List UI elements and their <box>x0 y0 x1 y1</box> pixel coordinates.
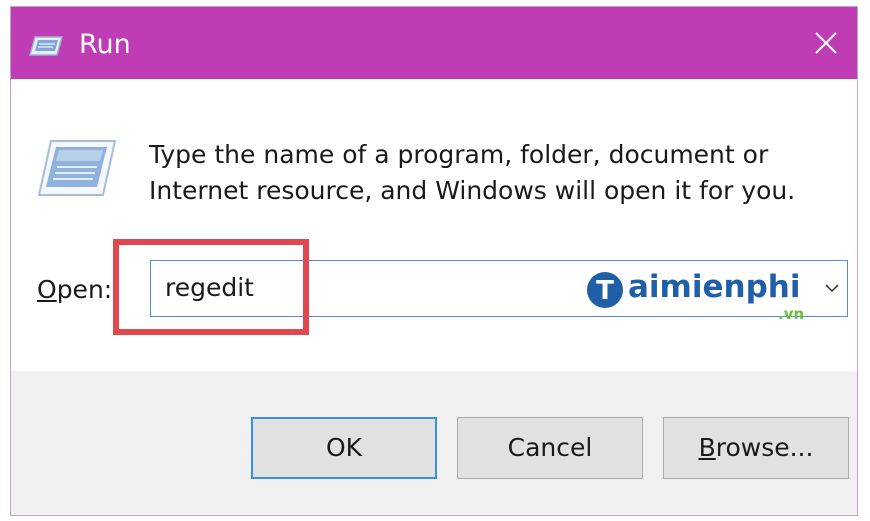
close-icon <box>815 32 837 54</box>
browse-mnemonic: B <box>698 433 716 462</box>
run-icon <box>29 35 63 57</box>
highlight-annotation <box>113 239 309 335</box>
run-program-icon <box>37 137 117 201</box>
browse-button[interactable]: Browse... <box>663 417 849 479</box>
dialog-body: Type the name of a program, folder, docu… <box>11 79 857 371</box>
chevron-down-icon <box>825 284 839 293</box>
title-bar[interactable]: Run <box>11 7 857 79</box>
description-line-1: Type the name of a program, folder, docu… <box>149 140 769 169</box>
watermark-domain: .vn <box>778 305 805 323</box>
close-button[interactable] <box>795 7 857 79</box>
dialog-description: Type the name of a program, folder, docu… <box>149 137 839 209</box>
run-dialog: Run Type the name of a program, folder, … <box>10 6 858 516</box>
ok-button[interactable]: OK <box>251 417 437 479</box>
open-label-text: pen: <box>56 275 113 304</box>
page: Run Type the name of a program, folder, … <box>0 0 870 521</box>
open-label-mnemonic: O <box>37 275 57 304</box>
button-bar: OK Cancel Browse... <box>11 371 857 515</box>
dropdown-button[interactable] <box>819 261 845 316</box>
description-line-2: Internet resource, and Windows will open… <box>149 176 796 205</box>
watermark-logo-letter: T <box>596 276 614 306</box>
browse-label: rowse... <box>715 433 814 462</box>
watermark-logo: T <box>587 272 623 308</box>
cancel-button[interactable]: Cancel <box>457 417 643 479</box>
window-title: Run <box>79 29 131 60</box>
open-label: Open: <box>37 275 112 304</box>
watermark-text: aimienphi <box>628 269 801 305</box>
